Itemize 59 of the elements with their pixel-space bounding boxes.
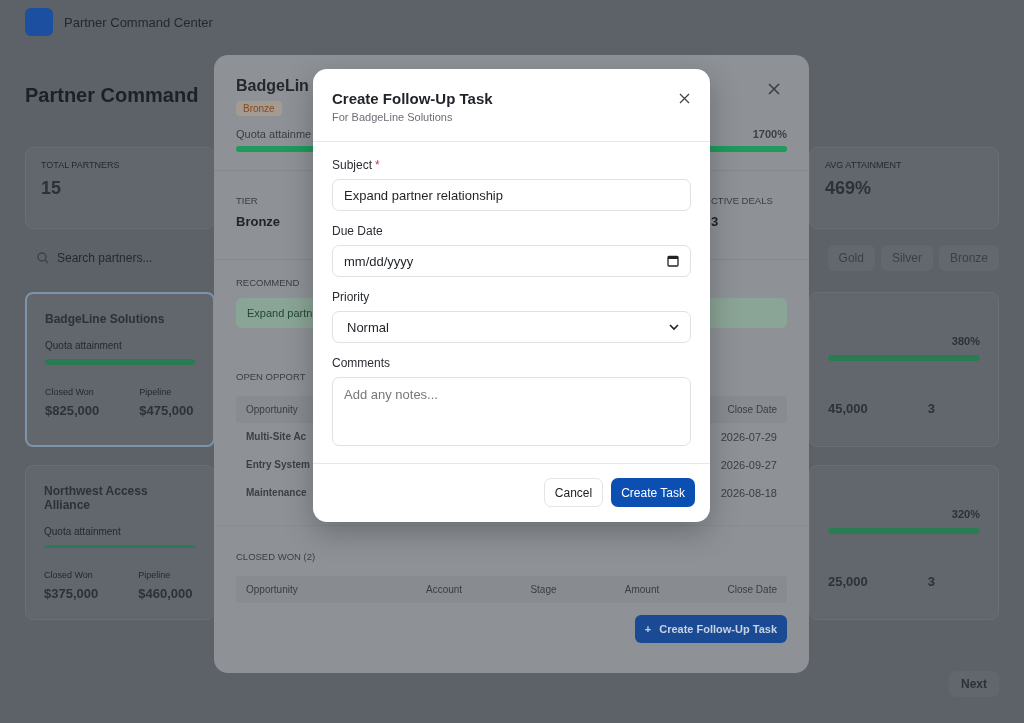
stat-value: 25,000 <box>828 574 868 589</box>
stat-value: $460,000 <box>138 586 193 601</box>
comments-field[interactable]: Add any notes... <box>332 377 691 446</box>
app-title: Partner Command Center <box>64 14 213 30</box>
stat-value: $375,000 <box>44 586 99 601</box>
dialog-subtitle: For BadgeLine Solutions <box>332 111 454 123</box>
stat-value: $825,000 <box>45 403 100 418</box>
table-cell: Maintenance <box>246 487 307 499</box>
calendar-icon <box>667 255 679 267</box>
column-header: Close Date <box>727 404 777 415</box>
column-header: Stage <box>530 584 557 595</box>
partner-name: BadgeLine Solutions <box>45 312 166 326</box>
field-value: 3 <box>711 214 720 229</box>
field-label: Comments <box>332 356 391 370</box>
stat-value: 469% <box>825 178 873 199</box>
column-header: Opportunity <box>246 584 298 595</box>
column-header: Amount <box>624 584 660 595</box>
panel-title: BadgeLin <box>236 77 309 95</box>
table-cell: Multi-Site Ac <box>246 431 307 443</box>
field-label: TIER <box>236 195 259 206</box>
priority-select[interactable]: Normal <box>332 311 691 343</box>
search-field[interactable]: Search partners... <box>25 251 217 265</box>
tier-badge: Bronze <box>236 101 282 116</box>
chevron-down-icon <box>669 323 679 331</box>
create-task-button[interactable]: Create Task <box>611 478 695 507</box>
field-label: Due Date <box>332 224 384 238</box>
table-cell: 2026-08-18 <box>720 487 777 499</box>
quota-label: Quota attainment <box>45 340 123 351</box>
stat-label: TOTAL PARTNERS <box>41 160 121 170</box>
table-cell: Entry System <box>246 459 310 471</box>
section-label: RECOMMEND <box>236 277 300 288</box>
stat-value: $475,000 <box>139 403 194 418</box>
search-icon <box>37 252 49 264</box>
column-header: Account <box>425 584 463 595</box>
stat-label: Pipeline <box>138 570 172 580</box>
section-label: CLOSED WON (2) <box>236 551 316 562</box>
date-field[interactable]: mm/dd/yyyy <box>332 245 691 277</box>
create-follow-up-button[interactable]: + Create Follow-Up Task <box>634 615 787 643</box>
table-cell: 2026-09-27 <box>720 459 777 471</box>
section-label: OPEN OPPORT <box>236 371 306 382</box>
page-title: Partner Command <box>25 84 199 107</box>
quota-percent: 1700% <box>752 128 787 140</box>
stat-label: Pipeline <box>139 387 173 397</box>
close-icon[interactable] <box>677 91 691 105</box>
stat-value: 45,000 <box>828 401 868 416</box>
column-header: Close Date <box>727 584 777 595</box>
subject-field[interactable]: Expand partner relationship <box>332 179 691 211</box>
field-label: Subject * <box>332 158 381 172</box>
quota-label: Quota attainme <box>236 128 312 140</box>
dialog-title: Create Follow-Up Task <box>332 90 493 107</box>
stat-label: AVG ATTAINMENT <box>825 160 903 170</box>
next-button[interactable]: Next <box>949 671 999 697</box>
field-value: Bronze <box>236 214 281 229</box>
column-header: Opportunity <box>246 404 298 415</box>
table-cell: 2026-07-29 <box>720 431 777 443</box>
field-label: CTIVE DEALS <box>711 195 774 206</box>
app-logo-icon <box>25 8 53 36</box>
quota-label: Quota attainment <box>44 526 122 537</box>
cancel-button[interactable]: Cancel <box>543 478 604 507</box>
